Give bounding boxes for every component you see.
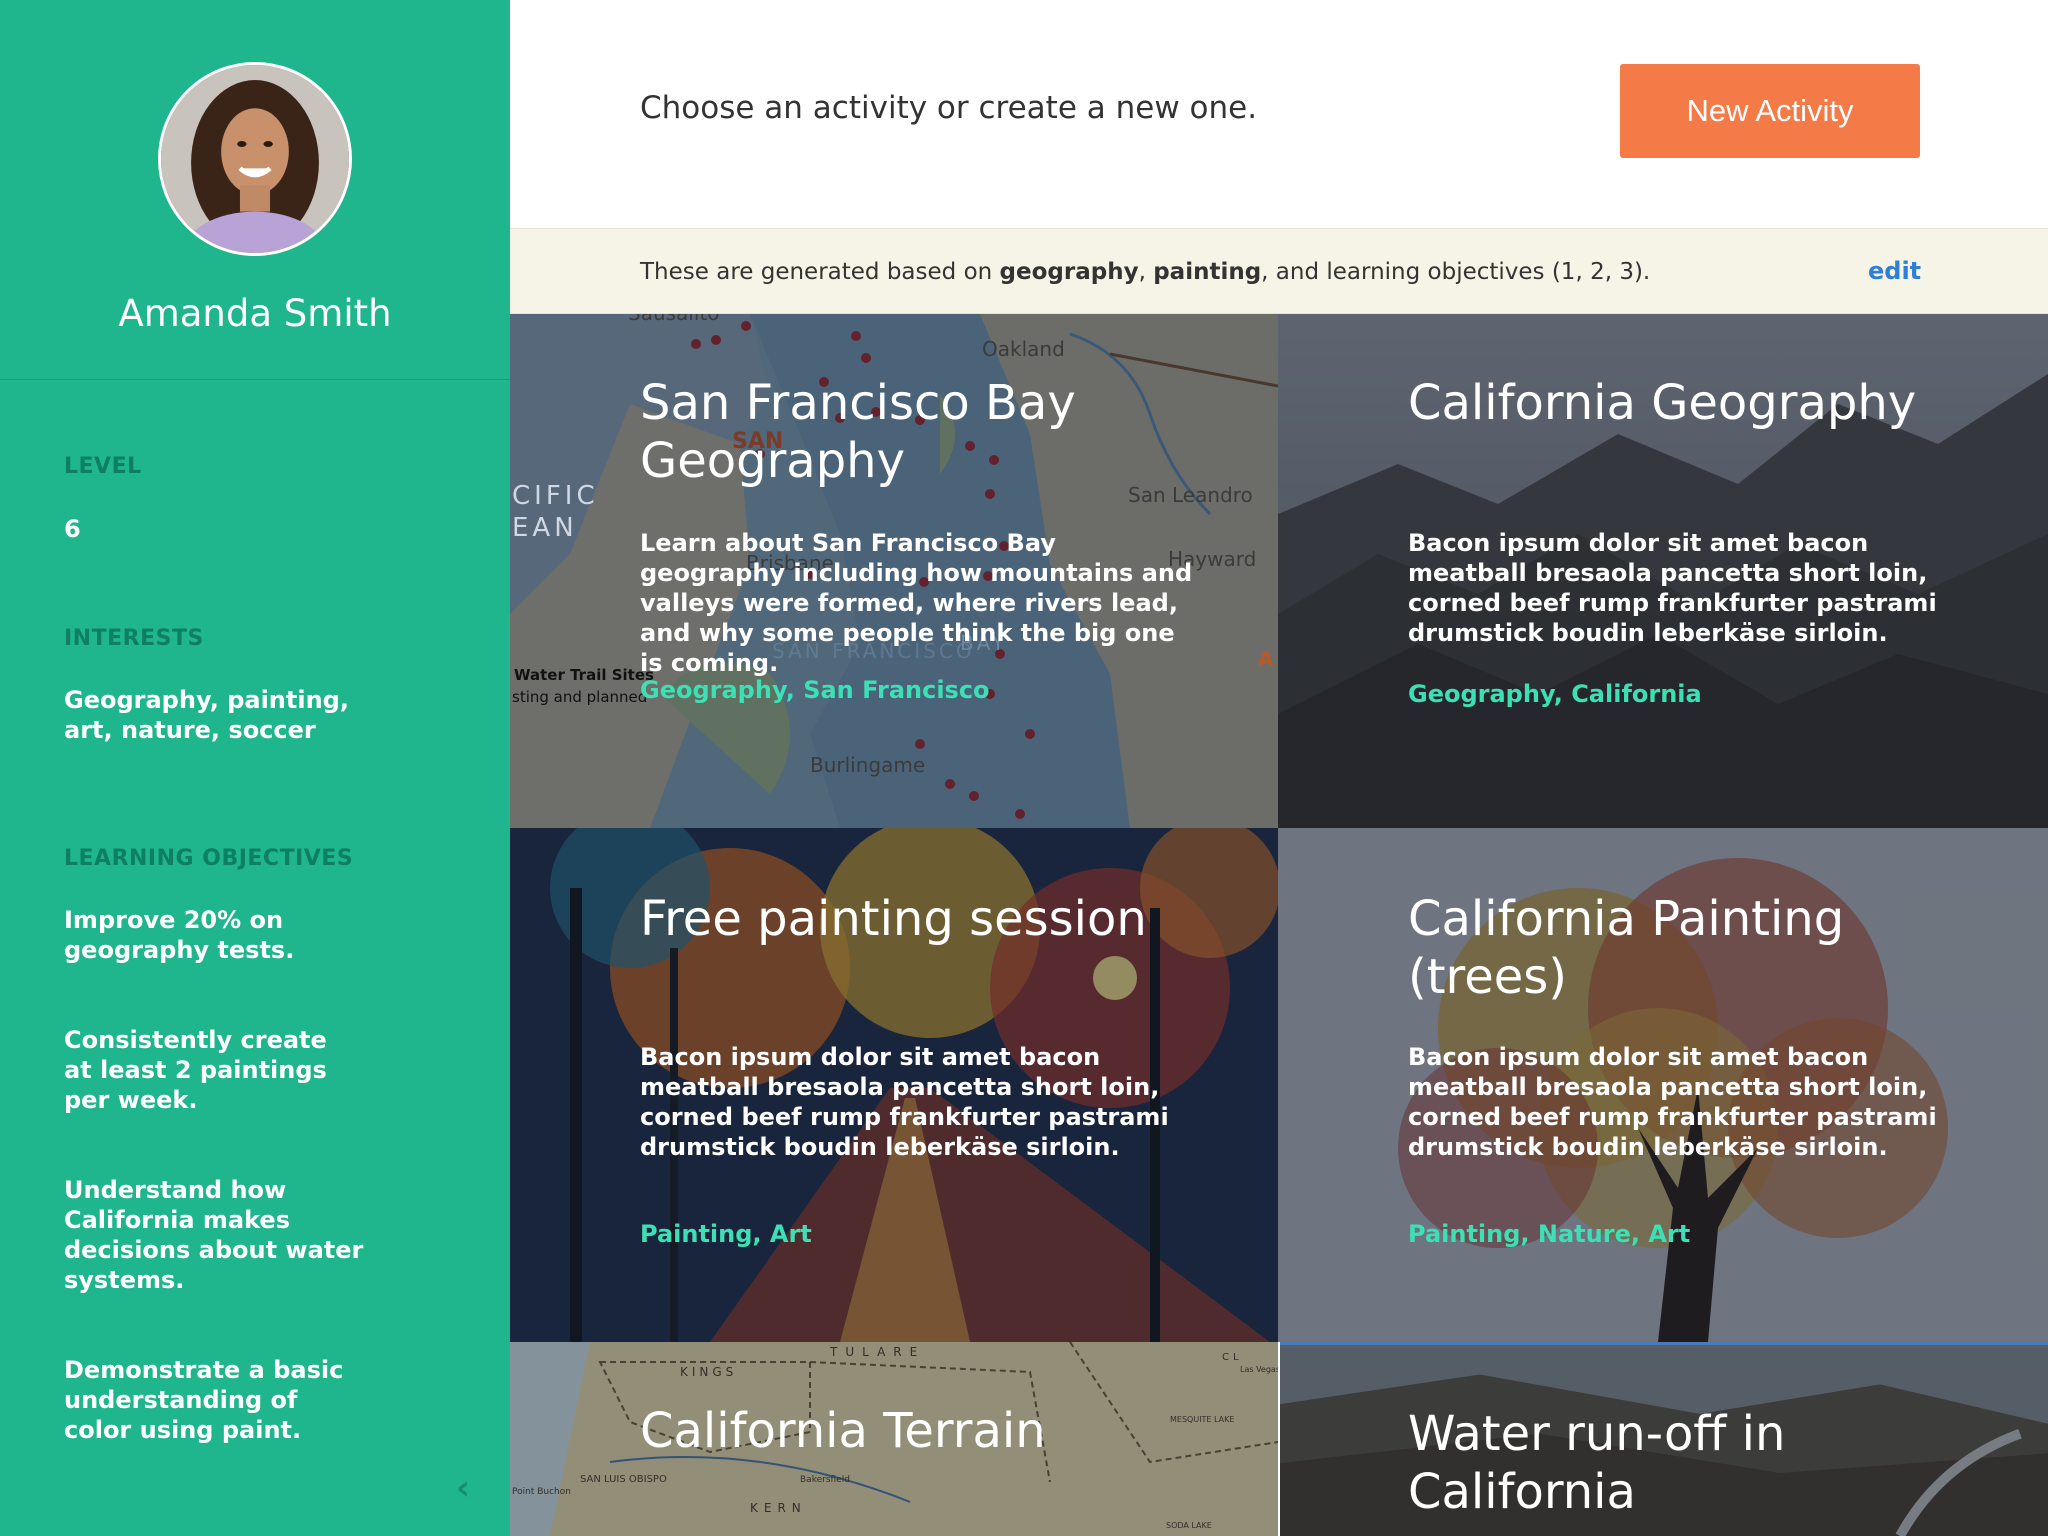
card-description: Learn about San Francisco Bay geography … xyxy=(640,529,1193,677)
card-description: Bacon ipsum dolor sit amet bacon meatbal… xyxy=(1408,529,1937,647)
objective-item: Consistently create at least 2 paintings… xyxy=(64,1026,327,1114)
map-label: A xyxy=(1258,647,1274,671)
map-label: Burlingame xyxy=(810,753,925,777)
card-title: California Painting (trees) xyxy=(1408,891,1845,1005)
notice-text: These are generated based on geography , … xyxy=(640,259,1650,285)
card-title: California Terrain xyxy=(640,1403,1046,1459)
edit-link[interactable]: edit xyxy=(1868,257,1921,285)
map-label: Sausalito xyxy=(628,314,720,325)
card-tags[interactable]: Painting, Nature, Art xyxy=(1408,1220,1690,1248)
objective-item: Improve 20% on geography tests. xyxy=(64,906,295,964)
activity-card-california-terrain[interactable]: TULARE KINGS SAN LUIS OBISPO KERN Bakers… xyxy=(510,1342,1278,1536)
learning-objectives-label: LEARNING OBJECTIVES xyxy=(64,846,354,871)
card-description: Bacon ipsum dolor sit amet bacon meatbal… xyxy=(640,1043,1169,1161)
top-bar: Choose an activity or create a new one. … xyxy=(510,0,2048,228)
activity-card-california-geography[interactable]: California Geography Bacon ipsum dolor s… xyxy=(1278,314,2048,828)
level-value: 6 xyxy=(64,515,81,543)
map-label: sting and planned xyxy=(512,688,647,706)
notice-separator: , xyxy=(1138,259,1154,285)
new-activity-button[interactable]: New Activity xyxy=(1620,64,1920,158)
card-title: California Geography xyxy=(1408,375,1917,431)
map-label: Water Trail Sites xyxy=(514,666,654,684)
objective-item: Demonstrate a basic understanding of col… xyxy=(64,1356,344,1444)
notice-suffix: , and learning objectives (1, 2, 3). xyxy=(1261,259,1651,285)
card-description: Bacon ipsum dolor sit amet bacon meatbal… xyxy=(1408,1043,1937,1161)
map-label: CIFIC xyxy=(512,481,599,511)
chevron-left-icon[interactable]: ‹ xyxy=(456,1468,470,1508)
objective-item: Understand how California makes decision… xyxy=(64,1176,364,1294)
activity-card-sf-bay-geography[interactable]: Sausalito Oakland SAN CIFIC EAN Brisbane… xyxy=(510,314,1278,828)
card-tags[interactable]: Painting, Art xyxy=(640,1220,812,1248)
card-tags[interactable]: Geography, California xyxy=(1408,680,1702,708)
level-label: LEVEL xyxy=(64,454,142,479)
interests-label: INTERESTS xyxy=(64,626,204,651)
profile-sidebar: Amanda Smith LEVEL 6 INTERESTS Geography… xyxy=(0,0,510,1536)
map-label: Oakland xyxy=(982,337,1065,361)
generated-notice: These are generated based on geography , … xyxy=(510,228,2048,314)
notice-prefix: These are generated based on xyxy=(640,259,1000,285)
avatar[interactable] xyxy=(158,62,352,256)
avatar-photo xyxy=(161,65,349,253)
card-tags[interactable]: Geography, San Francisco xyxy=(640,676,990,704)
card-title: Water run-off in California xyxy=(1408,1406,1786,1520)
page-prompt: Choose an activity or create a new one. xyxy=(640,90,1258,126)
user-name: Amanda Smith xyxy=(118,292,392,335)
interests-value: Geography, painting, art, nature, soccer xyxy=(64,686,349,744)
card-title: Free painting session xyxy=(640,891,1147,947)
profile-header: Amanda Smith xyxy=(0,0,510,380)
notice-topic-geography: geography xyxy=(999,259,1139,285)
map-label: EAN xyxy=(512,513,578,543)
activity-card-california-painting-trees[interactable]: California Painting (trees) Bacon ipsum … xyxy=(1278,828,2048,1342)
activity-card-water-run-off[interactable]: Water run-off in California xyxy=(1280,1342,2048,1536)
activity-card-free-painting[interactable]: Free painting session Bacon ipsum dolor … xyxy=(510,828,1278,1342)
card-title: San Francisco Bay Geography xyxy=(640,375,1076,489)
notice-topic-painting: painting xyxy=(1153,259,1262,285)
